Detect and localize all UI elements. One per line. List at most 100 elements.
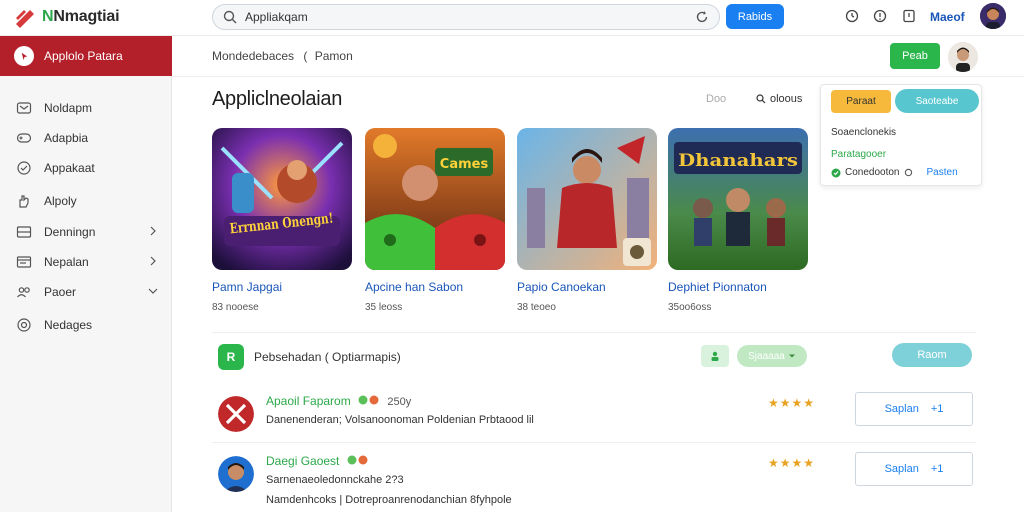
app-card-title[interactable]: Papio Canoekan: [517, 280, 606, 294]
notification-icon[interactable]: [902, 9, 916, 23]
app-card-title[interactable]: Dephiet Pionnaton: [668, 280, 767, 294]
sidebar-item-label: Noldapm: [44, 101, 93, 115]
logo[interactable]: NNmagtiai: [14, 6, 120, 28]
add-user-icon: [711, 351, 719, 361]
app-card-meta: 35 leoss: [365, 302, 403, 313]
sidebar-item-label: Adapbia: [44, 131, 89, 145]
breadcrumb-main[interactable]: Mondedebaces: [212, 49, 294, 63]
app-card-meta: 35oo6oss: [668, 302, 712, 313]
breadcrumb-sub[interactable]: Pamon: [315, 49, 353, 63]
refresh-icon[interactable]: [695, 10, 709, 24]
pin-icon: [14, 46, 34, 66]
list-item-button-label: Saplan: [884, 463, 919, 475]
list-header-title: Pebsehadan ( Optiarmapis): [254, 350, 401, 364]
breadcrumb: Mondedebaces ( Pamon: [212, 49, 353, 63]
app-icon: [218, 396, 254, 432]
list-item-button[interactable]: Saplan +1: [855, 392, 973, 426]
list-item-button[interactable]: Saplan +1: [855, 452, 973, 486]
tools-icon: [218, 396, 254, 432]
badge-icons: [358, 395, 379, 405]
avatar-image: [218, 456, 254, 492]
sort-link[interactable]: oloous: [756, 93, 802, 105]
panel-option-link[interactable]: Pasten: [927, 167, 958, 178]
filter-link[interactable]: Doo: [706, 93, 726, 105]
list-item-name: Apaoil Faparom: [266, 394, 351, 408]
wallet-icon: [16, 102, 32, 114]
header-action-button[interactable]: Peab: [890, 43, 940, 69]
app-thumbnail[interactable]: Dhanahars: [668, 128, 808, 270]
panel-secondary-button[interactable]: Saoteabe: [895, 89, 979, 113]
sidebar-item-label: Nepalan: [44, 255, 89, 269]
sidebar-item-nepalan[interactable]: Nepalan: [0, 250, 172, 274]
check-icon: [831, 168, 841, 177]
app-card[interactable]: Papio Canoekan 38 teoeo: [517, 128, 657, 313]
sidebar-item-label: Appakaat: [44, 161, 95, 175]
list-item-button-icon: +1: [930, 403, 944, 415]
sidebar-item-noldapm[interactable]: Noldapm: [0, 96, 172, 120]
panel-option-highlight[interactable]: Paratagooer: [831, 149, 886, 160]
sidebar-item-nedages[interactable]: Nedages: [0, 313, 172, 337]
search-input[interactable]: [245, 10, 695, 24]
app-thumbnail[interactable]: Errnnan Onengn!: [212, 128, 352, 270]
section-divider: [212, 332, 976, 333]
filter-panel: Paraat Saoteabe Soaenclonekis Paratagooe…: [820, 84, 982, 186]
user-avatar: [218, 456, 254, 492]
app-thumbnail[interactable]: [517, 128, 657, 270]
chevron-down-icon: [148, 288, 158, 294]
profile-avatar[interactable]: [948, 42, 978, 72]
help-icon[interactable]: [873, 9, 887, 23]
list-item-button-label: Saplan: [884, 403, 919, 415]
sort-label: oloous: [770, 93, 803, 105]
app-card[interactable]: Errnnan Onengn! Pamn Japgai 83 nooese: [212, 128, 352, 313]
list-item[interactable]: Daegi Gaoest Sarnenaeoledonnckahe 2?3 Na…: [212, 452, 976, 510]
list-item-description: Sarnenaeoledonnckahe 2?3: [266, 474, 404, 486]
list-header-icon: R: [218, 344, 244, 370]
search-button[interactable]: Rabids: [726, 4, 784, 29]
sidebar-item-active[interactable]: Applolo Patara: [0, 36, 172, 76]
chevron-right-icon: [150, 226, 156, 236]
logo-text: NNmagtiai: [42, 8, 120, 25]
clock-icon[interactable]: [845, 9, 859, 23]
top-bar: NNmagtiai Rabids M: [0, 0, 1024, 36]
panel-option[interactable]: Soaenclonekis: [831, 127, 896, 138]
check-circle-icon: [17, 161, 31, 175]
sidebar-active-label: Applolo Patara: [44, 49, 123, 63]
sidebar-item-alpoly[interactable]: Alpoly: [0, 189, 172, 213]
panel-option-row[interactable]: Conedooton Pasten: [831, 167, 958, 178]
list-dropdown-button[interactable]: Sjaaaaa: [737, 345, 807, 367]
rating-stars: ★★★★: [768, 456, 816, 470]
panel-primary-button[interactable]: Paraat: [831, 90, 891, 113]
game-artwork: [517, 128, 657, 270]
hand-icon: [19, 195, 29, 208]
app-thumbnail[interactable]: Cames: [365, 128, 505, 270]
sidebar-item-paoer[interactable]: Paoer: [0, 280, 172, 304]
list-action-button[interactable]: Raom: [892, 343, 972, 367]
user-avatar[interactable]: [980, 3, 1006, 29]
game-artwork: Dhanahars: [668, 128, 808, 270]
top-nav-link[interactable]: Maeof: [930, 10, 965, 24]
row-divider: [212, 442, 976, 443]
sidebar-item-appakaat[interactable]: Appakaat: [0, 156, 172, 180]
app-card[interactable]: Cames Apcine han Sabon 35 leoss: [365, 128, 505, 313]
sidebar-item-label: Denningn: [44, 225, 96, 239]
app-card[interactable]: Dhanahars Dephiet Pionnaton 35oo6oss: [668, 128, 808, 313]
search-bar[interactable]: [212, 4, 720, 30]
avatar-image: [948, 42, 978, 72]
sidebar-item-label: Paoer: [44, 285, 77, 299]
badge-icons: [347, 455, 368, 465]
avatar-image: [980, 3, 1006, 29]
list-item-extra: 250y: [387, 396, 412, 408]
people-icon: [17, 287, 30, 298]
list-item-description: Danenenderan; Volsanoonoman Poldenian Pr…: [266, 414, 534, 426]
search-icon: [756, 94, 766, 104]
sidebar-item-denningn[interactable]: Denningn: [0, 220, 172, 244]
app-card-title[interactable]: Pamn Japgai: [212, 280, 282, 294]
add-user-button[interactable]: [701, 345, 729, 367]
list-dropdown-label: Sjaaaaa: [748, 350, 785, 362]
app-card-title[interactable]: Apcine han Sabon: [365, 280, 463, 294]
sidebar-item-adapbia[interactable]: Adapbia: [0, 126, 172, 150]
header-divider: [172, 76, 1024, 77]
chevron-right-icon: [150, 256, 156, 266]
list-item-title[interactable]: Apaoil Faparom 250y: [266, 394, 411, 408]
list-item-title[interactable]: Daegi Gaoest: [266, 454, 369, 468]
